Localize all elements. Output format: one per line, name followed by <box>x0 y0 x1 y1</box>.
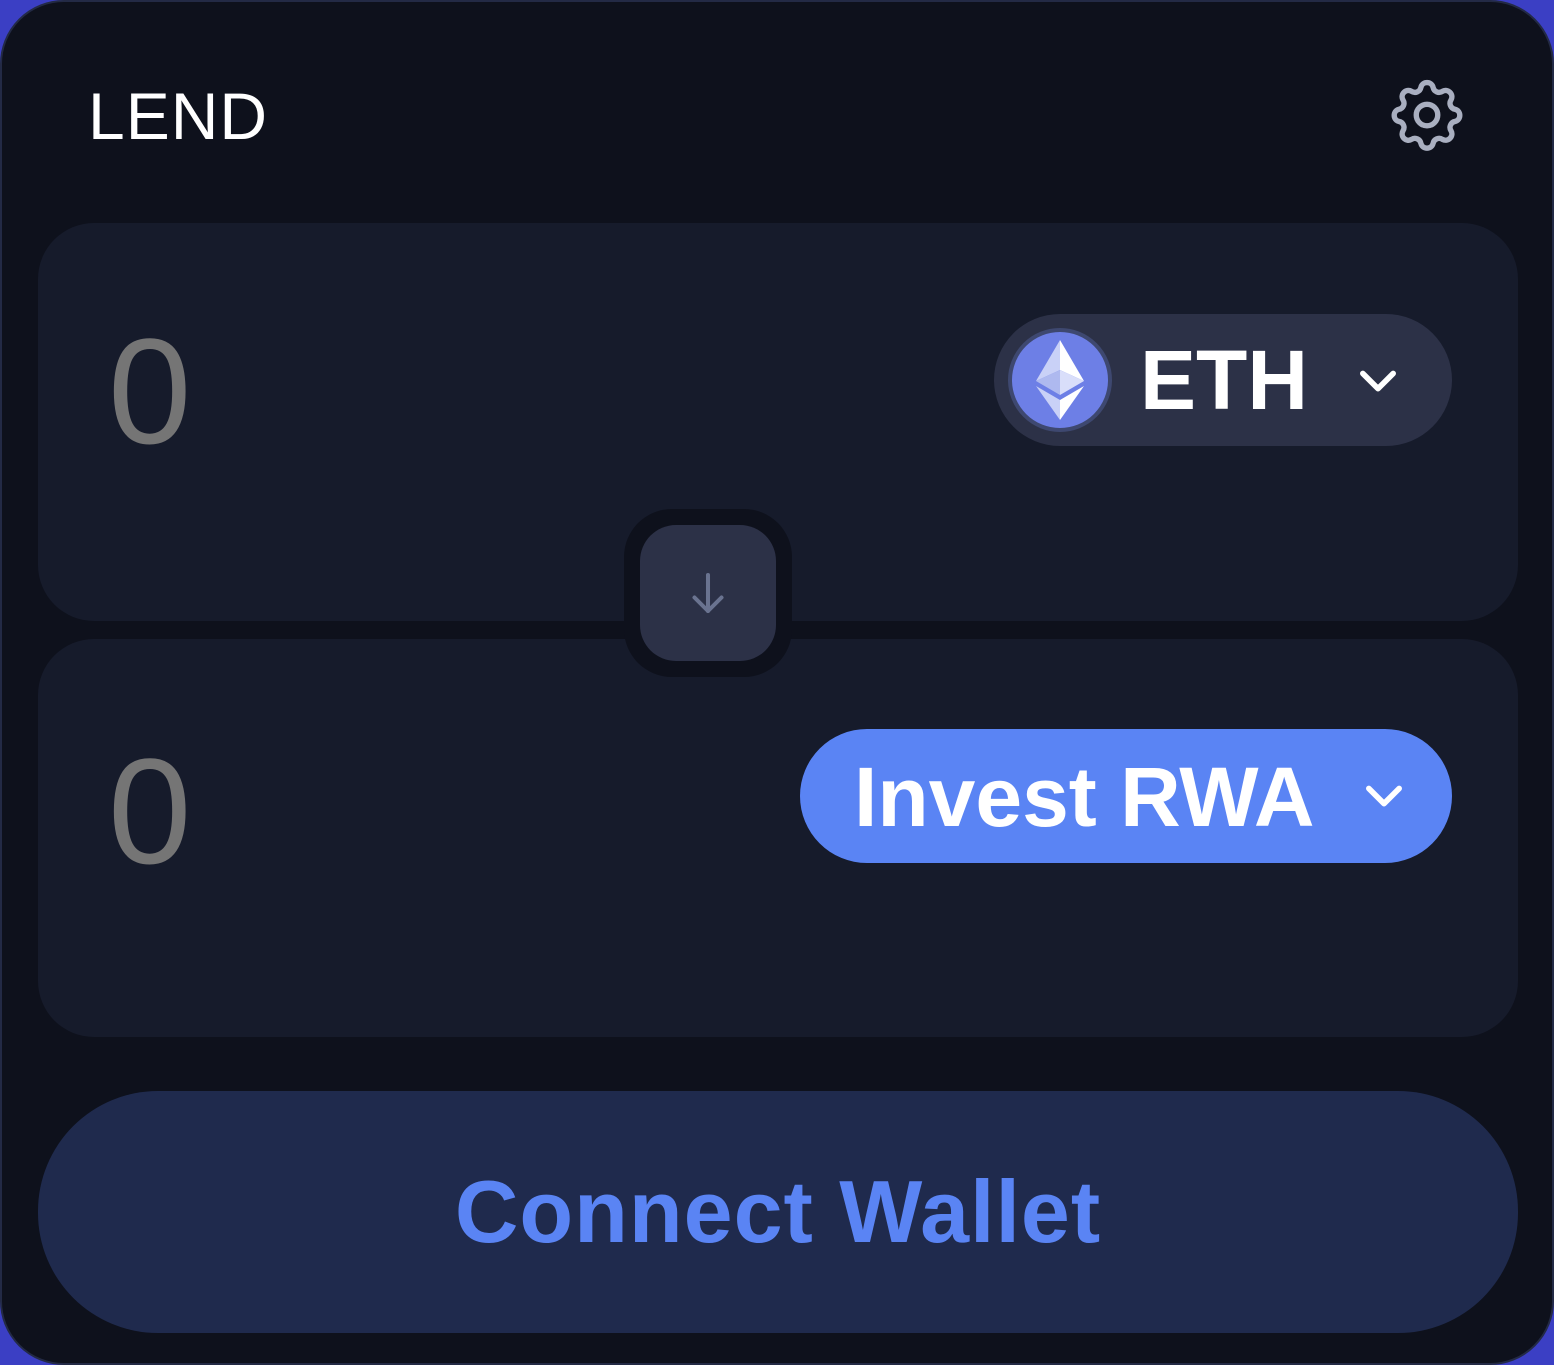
switch-button-frame <box>624 509 792 677</box>
from-token-selector[interactable]: ETH <box>994 314 1452 446</box>
invest-rwa-selector[interactable]: Invest RWA <box>800 729 1452 863</box>
invest-rwa-label: Invest RWA <box>854 750 1315 844</box>
switch-direction-button[interactable] <box>640 525 776 661</box>
gear-icon <box>1391 79 1463 151</box>
settings-button[interactable] <box>1382 70 1472 160</box>
lend-card: LEND ETH <box>0 0 1554 1365</box>
from-amount-input[interactable] <box>108 305 808 478</box>
chevron-down-icon <box>1350 352 1406 408</box>
to-panel: Invest RWA <box>38 639 1518 1037</box>
eth-logo-icon <box>1008 328 1112 432</box>
connect-wallet-button[interactable]: Connect Wallet <box>38 1091 1518 1333</box>
to-amount-input[interactable] <box>108 725 808 898</box>
page-title: LEND <box>88 79 269 153</box>
arrow-down-icon <box>692 572 724 614</box>
from-token-symbol: ETH <box>1140 333 1308 427</box>
chevron-down-icon <box>1356 767 1412 823</box>
